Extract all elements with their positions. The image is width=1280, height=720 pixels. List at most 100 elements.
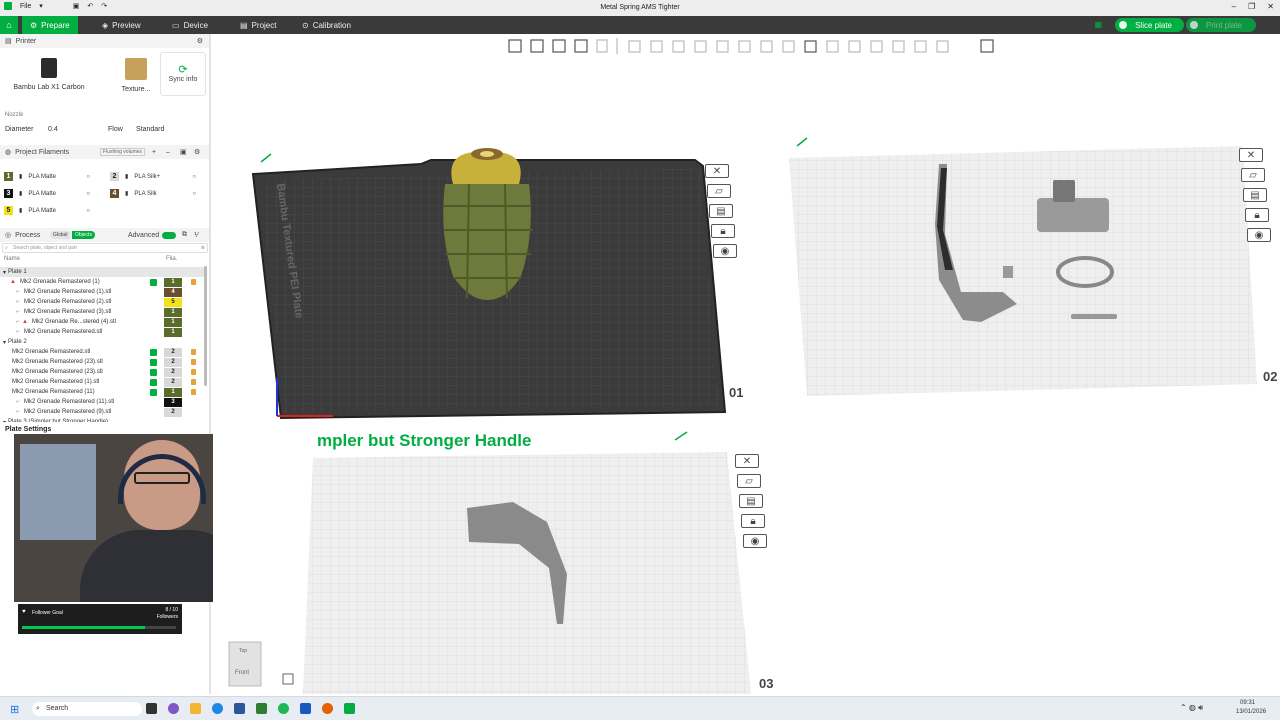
edge-icon[interactable]	[212, 703, 223, 714]
flushing-volumes-button[interactable]: Flushing volumes	[100, 148, 145, 156]
measure-icon[interactable]	[826, 40, 839, 53]
grenade-model[interactable]	[443, 148, 533, 300]
plate-2[interactable]	[789, 146, 1257, 396]
orient-icon[interactable]	[552, 39, 566, 53]
filament-number[interactable]: 2	[164, 367, 182, 377]
taskview-icon[interactable]	[146, 703, 157, 714]
tree-object-row[interactable]: ⌐ Mk2 Grenade Remastered (3).stl 1	[0, 307, 206, 317]
view-mode-icon[interactable]	[980, 39, 994, 53]
filament-number[interactable]: 4	[164, 287, 182, 297]
seam-paint-icon[interactable]	[782, 40, 795, 53]
filament-name[interactable]: PLA Matte	[28, 208, 80, 214]
filament-item[interactable]: 1 ▮ PLA Matte ○	[4, 172, 90, 181]
color-paint-icon[interactable]	[870, 40, 883, 53]
filament-number[interactable]: 2	[164, 407, 182, 417]
visibility-checkbox[interactable]	[150, 348, 157, 356]
tab-calibration[interactable]: ⊙ Calibration	[294, 16, 359, 34]
lock-icon[interactable]	[191, 359, 196, 365]
zoom-fit-icon[interactable]	[282, 673, 294, 685]
lock-icon[interactable]	[191, 279, 196, 285]
spotify-icon[interactable]	[278, 703, 289, 714]
plate-1-lock-icon[interactable]: 🔒︎	[711, 224, 735, 238]
brim-ears-icon[interactable]	[892, 40, 905, 53]
filament-number[interactable]: 2	[164, 377, 182, 387]
lock-icon[interactable]	[191, 379, 196, 385]
flow-value[interactable]: Standard	[136, 126, 164, 133]
filament-name[interactable]: PLA Matte	[28, 191, 80, 197]
slice-plate-button[interactable]: Slice plate	[1115, 18, 1184, 32]
tree-object-row[interactable]: Mk2 Grenade Remastered (11) 1	[0, 387, 206, 397]
filament-swatch[interactable]: 5	[4, 206, 13, 215]
advanced-toggle[interactable]	[162, 231, 176, 239]
plate-3-settings-icon[interactable]: ◉	[743, 534, 767, 548]
plate-2-arrange-icon[interactable]: ▱	[1241, 168, 1265, 182]
filament-name[interactable]: PLA Silk	[134, 191, 186, 197]
clear-search-icon[interactable]: ⊗	[201, 244, 205, 253]
filament-swatch[interactable]: 4	[110, 189, 119, 198]
tree-object-row[interactable]: Mk2 Grenade Remastered.stl 2	[0, 347, 206, 357]
plate-3-lock-icon[interactable]: 🔒︎	[741, 514, 765, 528]
plate-3[interactable]	[303, 452, 751, 694]
explorer-icon[interactable]	[190, 703, 201, 714]
variable-layer-icon[interactable]	[914, 40, 927, 53]
text-icon[interactable]	[804, 40, 817, 53]
plate-2-settings-icon[interactable]: ◉	[1247, 228, 1271, 242]
copy-icon[interactable]: ⧉	[182, 231, 187, 239]
mesh-boolean-icon[interactable]	[738, 40, 751, 53]
support-paint-icon[interactable]	[760, 40, 773, 53]
filament-status-icon[interactable]: ○	[192, 191, 196, 197]
filament-swatch[interactable]: 1	[4, 172, 13, 181]
filament-item[interactable]: 5 ▮ PLA Matte ○	[4, 206, 90, 215]
print-plate-button[interactable]: Print plate	[1185, 18, 1256, 32]
filament-item[interactable]: 4 ▮ PLA Silk ○	[110, 189, 196, 198]
plate-1-edit-icon[interactable]	[260, 153, 272, 163]
tab-device[interactable]: ▭ Device	[164, 16, 216, 34]
visibility-checkbox[interactable]	[150, 368, 157, 376]
filament-swatch[interactable]: 3	[4, 189, 13, 198]
tree-object-row[interactable]: Mk2 Grenade Remastered (23).stl 2	[0, 357, 206, 367]
tree-object-row[interactable]: ⌐ Mk2 Grenade Remastered (2).stl 5	[0, 297, 206, 307]
word-icon[interactable]	[300, 703, 311, 714]
filament-settings-icon[interactable]: ⚙	[194, 148, 200, 156]
expand-arrow-icon[interactable]: ▾	[3, 339, 6, 346]
3d-viewport[interactable]: Bambu Textured PEI Plate 01 02 mpler but…	[213, 34, 1280, 694]
layout-icon[interactable]: ▦	[1094, 20, 1102, 29]
lock-icon[interactable]	[191, 389, 196, 395]
firefox-icon[interactable]	[322, 703, 333, 714]
plate-3-edit-icon[interactable]	[674, 431, 688, 441]
plate-2-orient-icon[interactable]: ▤	[1243, 188, 1267, 202]
lock-icon[interactable]	[191, 369, 196, 375]
cut-icon[interactable]	[716, 40, 729, 53]
tab-prepare[interactable]: ⚙ Prepare	[22, 16, 78, 34]
tree-object-row[interactable]: ⌐ ▲ Mk2 Grenade Re...stered (4).stl 1	[0, 317, 206, 327]
plate-1-close-icon[interactable]: ✕	[705, 164, 729, 178]
small-part[interactable]	[1003, 266, 1013, 278]
plate-2-close-icon[interactable]: ✕	[1239, 148, 1263, 162]
clock-date[interactable]: 13/01/2026	[1236, 709, 1266, 715]
tree-object-row[interactable]: ▲ Mk2 Grenade Remastered (1) 1	[0, 277, 206, 287]
plate-1[interactable]	[251, 148, 727, 420]
filament-item[interactable]: 2 ▮ PLA Silk+ ○	[110, 172, 196, 181]
viewport-canvas[interactable]: Bambu Textured PEI Plate 01 02 mpler but…	[213, 34, 1280, 694]
tree-object-row[interactable]: Mk2 Grenade Remastered (23).stl 2	[0, 367, 206, 377]
move-icon[interactable]	[628, 40, 641, 53]
process-global-toggle[interactable]: Global	[50, 231, 71, 239]
sync-info-button[interactable]: ⟳ Sync info	[160, 52, 206, 96]
add-object-icon[interactable]	[508, 39, 522, 53]
start-icon[interactable]: ⊞	[10, 703, 19, 716]
tray-icons[interactable]: ⌃ ◍ 🔊︎	[1180, 703, 1203, 713]
add-plate-icon[interactable]	[574, 39, 588, 53]
filament-name[interactable]: PLA Matte	[28, 174, 80, 180]
copilot-icon[interactable]	[168, 703, 179, 714]
scale-icon[interactable]	[672, 40, 685, 53]
tree-object-row[interactable]: ⌐ Mk2 Grenade Remastered.stl 1	[0, 327, 206, 337]
plate-2-edit-icon[interactable]	[796, 137, 808, 147]
bambu-studio-icon[interactable]	[344, 703, 355, 714]
plate-3-close-icon[interactable]: ✕	[735, 454, 759, 468]
visibility-checkbox[interactable]	[150, 358, 157, 366]
filament-number[interactable]: 2	[164, 347, 182, 357]
maximize-icon[interactable]: ❐	[1248, 2, 1255, 11]
view-cube[interactable]: Top Front	[228, 641, 262, 687]
lay-on-face-icon[interactable]	[694, 40, 707, 53]
filament-item[interactable]: 3 ▮ PLA Matte ○	[4, 189, 90, 198]
